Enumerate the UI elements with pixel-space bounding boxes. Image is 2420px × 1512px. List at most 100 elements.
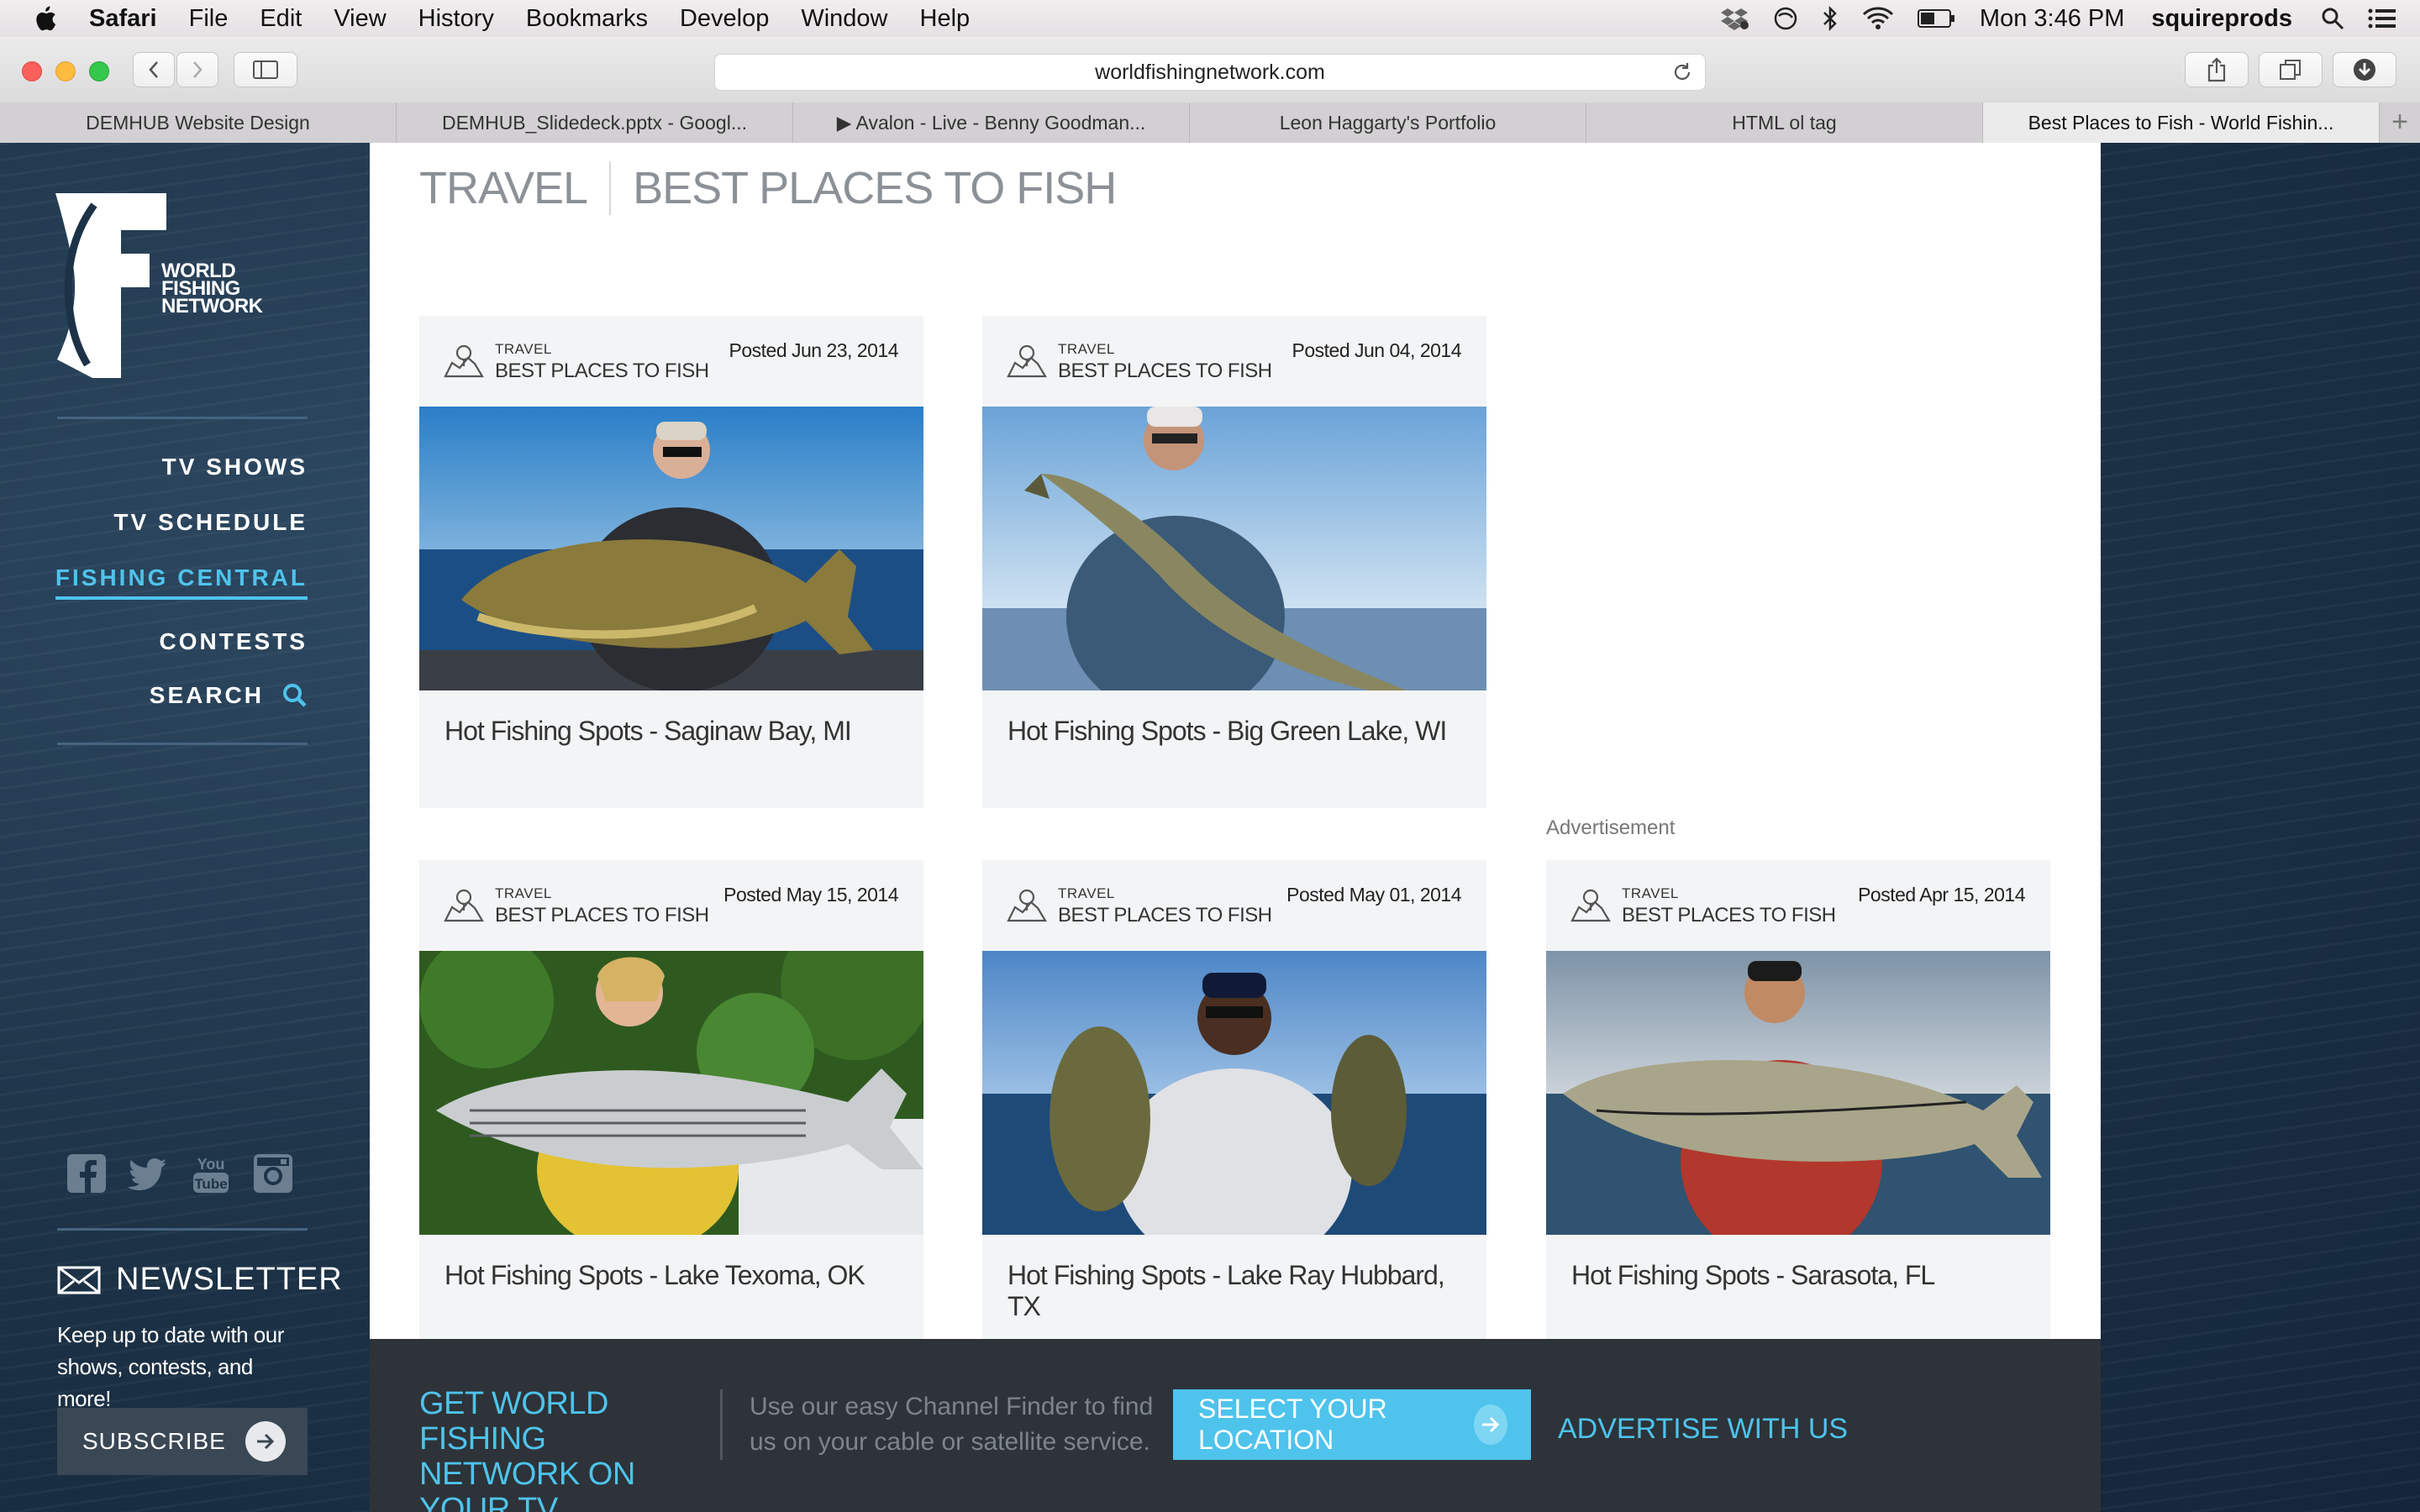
minimize-window-button[interactable] [55,61,76,81]
nav-tv-shows[interactable]: TV SHOWS [162,454,308,480]
menu-edit[interactable]: Edit [260,5,302,33]
card-image[interactable] [982,407,1486,690]
card-category[interactable]: TRAVEL [495,341,552,358]
nav-search[interactable]: SEARCH [150,682,308,709]
nav-fishing-central[interactable]: FISHING CENTRAL [55,564,308,600]
card-subcategory[interactable]: BEST PLACES TO FISH [1058,360,1272,383]
select-location-label: SELECT YOUR LOCATION [1198,1394,1387,1455]
card-subcategory[interactable]: BEST PLACES TO FISH [495,360,709,383]
zoom-window-button[interactable] [89,61,109,81]
breadcrumb: TRAVEL BEST PLACES TO FISH [419,161,1117,215]
subscribe-button[interactable]: SUBSCRIBE [57,1408,308,1475]
card-header: TRAVEL BEST PLACES TO FISH Posted Jun 23… [419,316,923,407]
download-icon [2354,59,2375,81]
twitter-icon[interactable] [128,1151,170,1196]
article-card[interactable]: TRAVEL BEST PLACES TO FISH Posted May 15… [419,860,923,1339]
menu-history[interactable]: History [418,5,494,33]
card-category[interactable]: TRAVEL [495,885,552,902]
card-image[interactable] [419,407,923,690]
reload-icon[interactable] [1671,61,1693,83]
advertise-link[interactable]: ADVERTISE WITH US [1558,1413,1848,1446]
menu-help[interactable]: Help [920,5,971,33]
address-bar[interactable]: worldfishingnetwork.com [714,54,1706,91]
browser-tab[interactable]: ▶ Avalon - Live - Benny Goodman... [793,102,1190,143]
menu-window[interactable]: Window [801,5,887,33]
card-date: Posted Apr 15, 2014 [1858,884,2025,906]
back-button[interactable] [133,52,175,87]
card-title[interactable]: Hot Fishing Spots - Sarasota, FL [1546,1235,2050,1339]
sidebar-toggle-button[interactable] [234,52,297,87]
card-category[interactable]: TRAVEL [1058,885,1115,902]
article-card[interactable]: TRAVEL BEST PLACES TO FISH Posted May 01… [982,860,1486,1339]
menu-app-safari[interactable]: Safari [89,5,157,33]
card-title[interactable]: Hot Fishing Spots - Lake Ray Hubbard, TX [982,1235,1486,1339]
close-window-button[interactable] [22,61,42,81]
youtube-icon[interactable]: You Tube [190,1151,232,1196]
card-title[interactable]: Hot Fishing Spots - Big Green Lake, WI [982,690,1486,808]
card-date: Posted Jun 23, 2014 [729,339,899,361]
nav-search-label: SEARCH [149,682,264,708]
card-date: Posted May 01, 2014 [1286,884,1461,906]
forward-button[interactable] [176,52,218,87]
browser-tab-active[interactable]: Best Places to Fish - World Fishin... [1983,102,2380,143]
facebook-icon[interactable] [66,1151,108,1196]
downloads-button[interactable] [2333,52,2396,87]
article-card[interactable]: TRAVEL BEST PLACES TO FISH Posted Apr 15… [1546,860,2050,1339]
card-image[interactable] [419,951,923,1235]
dropbox-icon[interactable] [1720,7,1749,30]
sync-icon[interactable] [1773,6,1798,31]
logo-text: NETWORK [161,295,264,318]
card-subcategory[interactable]: BEST PLACES TO FISH [495,904,709,927]
map-icon [1007,344,1047,378]
article-card[interactable]: TRAVEL BEST PLACES TO FISH Posted Jun 04… [982,316,1486,808]
main-content: TRAVEL BEST PLACES TO FISH TRAVEL BEST P… [370,143,2101,1339]
arrow-right-icon [1474,1404,1507,1445]
card-image[interactable] [982,951,1486,1235]
sidebar-divider [57,417,308,419]
menu-file[interactable]: File [189,5,229,33]
share-button[interactable] [2185,52,2249,87]
newsletter-description: Keep up to date with our shows, contests… [57,1322,284,1411]
map-icon [1007,889,1047,922]
nav-tv-schedule[interactable]: TV SCHEDULE [113,509,308,536]
nav-contests[interactable]: CONTESTS [160,628,308,655]
browser-tab[interactable]: DEMHUB Website Design [0,102,397,143]
tab-overview-button[interactable] [2259,52,2323,87]
menubar-user[interactable]: squireprods [2151,5,2292,33]
wifi-icon[interactable] [1862,7,1894,30]
notification-center-icon[interactable] [2368,7,2396,30]
spotlight-search-icon[interactable] [2321,7,2344,30]
menu-view[interactable]: View [334,5,386,33]
svg-text:Tube: Tube [194,1176,227,1192]
footer-divider [720,1389,723,1460]
card-title[interactable]: Hot Fishing Spots - Saginaw Bay, MI [419,690,923,808]
breadcrumb-travel[interactable]: TRAVEL [419,162,588,214]
browser-tab[interactable]: DEMHUB_Slidedeck.pptx - Googl... [397,102,793,143]
card-title[interactable]: Hot Fishing Spots - Lake Texoma, OK [419,1235,923,1339]
bluetooth-icon[interactable] [1822,6,1839,31]
apple-icon[interactable] [32,5,57,32]
battery-icon[interactable] [1917,8,1956,29]
select-location-button[interactable]: SELECT YOUR LOCATION [1173,1389,1531,1460]
share-icon [2207,57,2226,82]
menu-bookmarks[interactable]: Bookmarks [526,5,648,33]
world-fishing-network-logo[interactable]: WORLD FISHING NETWORK [55,193,274,378]
footer-description: Use our easy Channel Finder to find us o… [750,1393,1154,1456]
card-header: TRAVEL BEST PLACES TO FISH Posted May 15… [419,860,923,951]
card-category[interactable]: TRAVEL [1622,885,1679,902]
instagram-icon[interactable] [252,1151,294,1196]
card-category[interactable]: TRAVEL [1058,341,1115,358]
article-card[interactable]: TRAVEL BEST PLACES TO FISH Posted Jun 23… [419,316,923,808]
breadcrumb-separator [609,161,612,215]
breadcrumb-best-places[interactable]: BEST PLACES TO FISH [633,162,1117,214]
card-subcategory[interactable]: BEST PLACES TO FISH [1058,904,1272,927]
menubar-clock[interactable]: Mon 3:46 PM [1980,5,2124,33]
card-subcategory[interactable]: BEST PLACES TO FISH [1622,904,1836,927]
menu-develop[interactable]: Develop [680,5,769,33]
browser-tab[interactable]: Leon Haggarty's Portfolio [1190,102,1586,143]
social-links: You Tube [66,1151,294,1196]
tab-bar: DEMHUB Website Design DEMHUB_Slidedeck.p… [0,102,2420,144]
new-tab-button[interactable]: + [2380,102,2420,143]
browser-tab[interactable]: HTML ol tag [1586,102,1983,143]
card-image[interactable] [1546,951,2050,1235]
